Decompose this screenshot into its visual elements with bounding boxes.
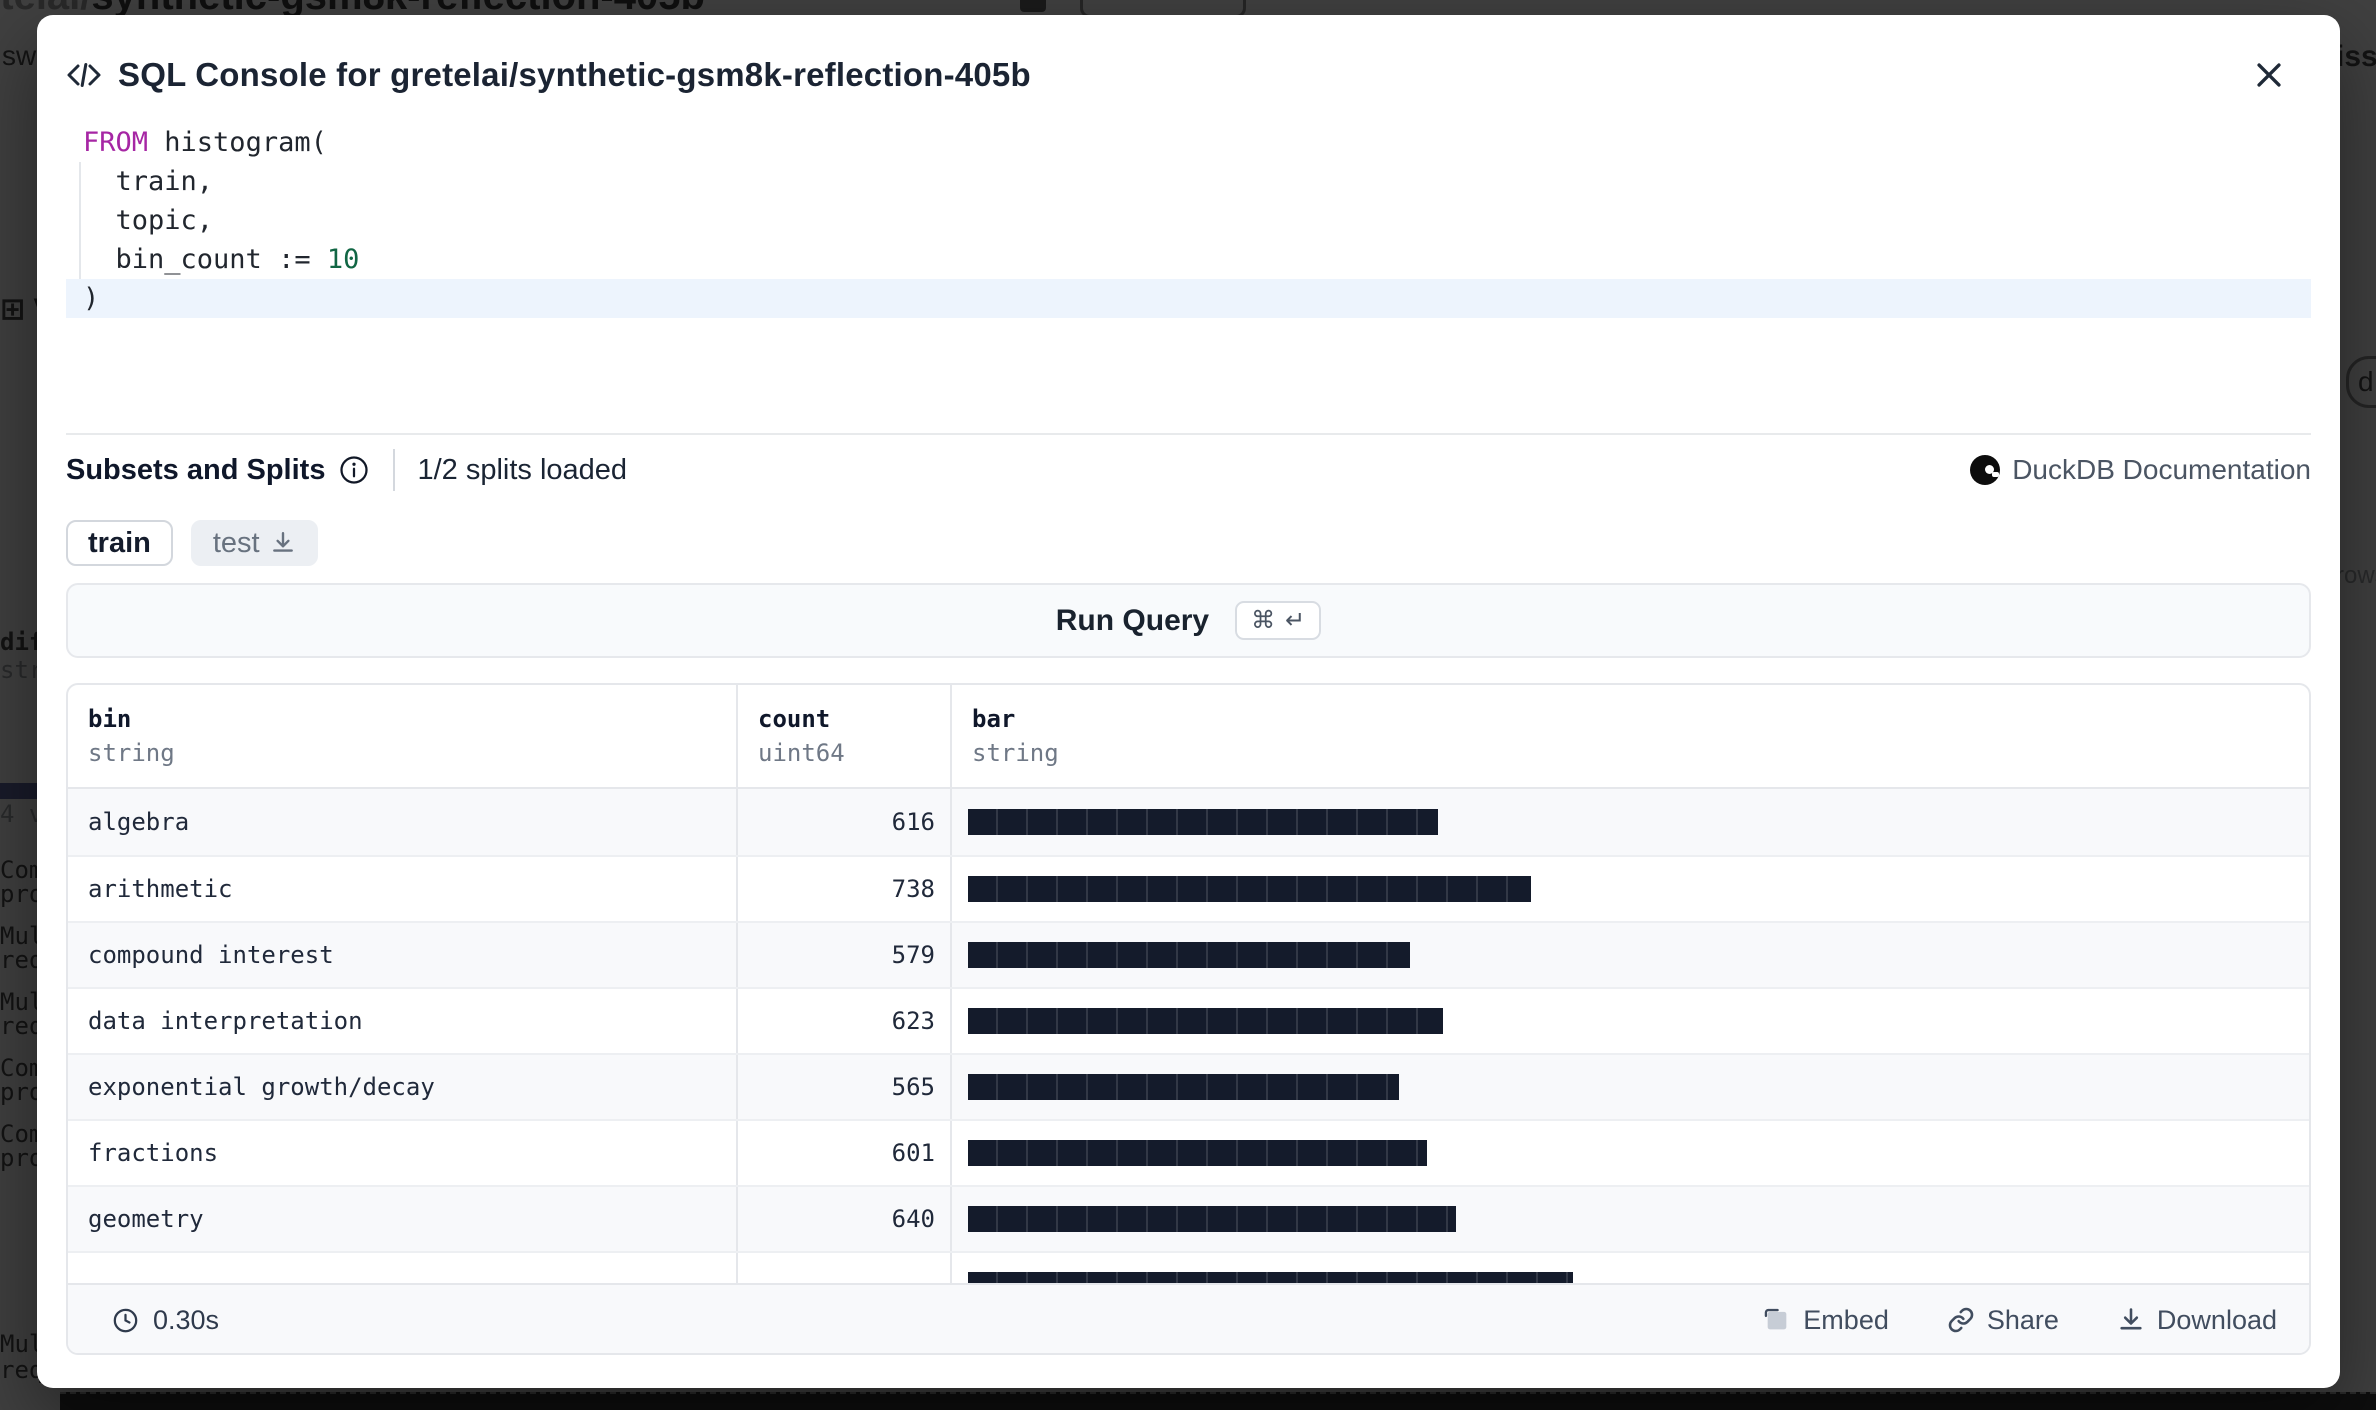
duckdb-doc-link[interactable]: DuckDB Documentation bbox=[1970, 454, 2311, 486]
kbd-key: ⌘ bbox=[1251, 606, 1275, 635]
table-row: fractions601 bbox=[68, 1119, 2309, 1185]
code-line[interactable]: train, bbox=[66, 162, 2311, 201]
run-query-button[interactable]: Run Query ⌘↵ bbox=[66, 583, 2311, 658]
histogram-bar bbox=[968, 942, 1410, 968]
split-button-test[interactable]: test bbox=[191, 520, 318, 566]
histogram-bar bbox=[968, 1074, 1399, 1100]
modal-header: SQL Console for gretelai/synthetic-gsm8k… bbox=[66, 53, 2311, 97]
column-header-bin: bin string bbox=[68, 685, 736, 787]
vertical-separator bbox=[393, 449, 395, 491]
table-row: compound interest579 bbox=[68, 921, 2309, 987]
run-query-label: Run Query bbox=[1056, 604, 1209, 638]
histogram-bar bbox=[968, 1140, 1427, 1166]
column-type: string bbox=[972, 739, 2309, 767]
splits-heading: Subsets and Splits bbox=[66, 454, 325, 487]
histogram-bar bbox=[968, 1272, 1573, 1283]
sql-editor[interactable]: FROM histogram( train, topic, bin_count … bbox=[66, 123, 2311, 318]
count-cell: 738 bbox=[736, 857, 950, 921]
download-icon bbox=[2117, 1306, 2145, 1334]
keyboard-shortcut-badge: ⌘↵ bbox=[1235, 601, 1321, 640]
duckdb-doc-label: DuckDB Documentation bbox=[2012, 454, 2311, 486]
query-duration: 0.30s bbox=[112, 1305, 219, 1336]
bar-cell bbox=[950, 789, 2309, 855]
histogram-bar bbox=[968, 876, 1531, 902]
histogram-bar bbox=[968, 1008, 1443, 1034]
table-row: arithmetic738 bbox=[68, 855, 2309, 921]
column-name: count bbox=[758, 705, 950, 733]
code-line[interactable]: FROM histogram( bbox=[66, 123, 2311, 162]
split-label: train bbox=[88, 527, 151, 560]
section-divider bbox=[66, 433, 2311, 435]
table-row: geometry640 bbox=[68, 1185, 2309, 1251]
table-row-partial bbox=[68, 1251, 2309, 1283]
download-button[interactable]: Download bbox=[2111, 1304, 2283, 1337]
count-cell: 579 bbox=[736, 923, 950, 987]
bin-cell: algebra bbox=[68, 789, 736, 855]
bin-cell bbox=[68, 1253, 736, 1283]
embed-icon bbox=[1763, 1306, 1791, 1334]
table-body[interactable]: algebra616arithmetic738compound interest… bbox=[68, 789, 2309, 1283]
bin-cell: geometry bbox=[68, 1187, 736, 1251]
column-type: uint64 bbox=[758, 739, 950, 767]
count-cell: 565 bbox=[736, 1055, 950, 1119]
sql-console-modal: SQL Console for gretelai/synthetic-gsm8k… bbox=[37, 15, 2340, 1388]
histogram-bar bbox=[968, 809, 1438, 835]
share-button[interactable]: Share bbox=[1941, 1304, 2065, 1337]
download-icon bbox=[270, 530, 296, 556]
count-cell: 601 bbox=[736, 1121, 950, 1185]
count-cell: 640 bbox=[736, 1187, 950, 1251]
column-header-bar: bar string bbox=[950, 685, 2309, 787]
column-name: bin bbox=[88, 705, 736, 733]
count-cell bbox=[736, 1253, 950, 1283]
screen: gretelai/synthetic-gsm8k-reflection-405b… bbox=[0, 0, 2376, 1410]
count-cell: 616 bbox=[736, 789, 950, 855]
bar-cell bbox=[950, 857, 2309, 921]
column-name: bar bbox=[972, 705, 2309, 733]
bin-cell: exponential growth/decay bbox=[68, 1055, 736, 1119]
count-cell: 623 bbox=[736, 989, 950, 1053]
indent-guide bbox=[79, 162, 81, 279]
bar-cell bbox=[950, 989, 2309, 1053]
clock-icon bbox=[112, 1307, 139, 1334]
bar-cell bbox=[950, 923, 2309, 987]
close-icon[interactable] bbox=[2245, 51, 2293, 99]
bin-cell: fractions bbox=[68, 1121, 736, 1185]
duckdb-logo-icon bbox=[1970, 455, 2000, 485]
column-header-count: count uint64 bbox=[736, 685, 950, 787]
splits-section-header: Subsets and Splits 1/2 splits loaded Duc… bbox=[66, 445, 2311, 495]
table-footer: 0.30s Embed Share Download bbox=[68, 1283, 2309, 1355]
action-label: Embed bbox=[1803, 1305, 1889, 1336]
split-button-train[interactable]: train bbox=[66, 520, 173, 566]
code-line[interactable]: ) bbox=[66, 279, 2311, 318]
embed-button[interactable]: Embed bbox=[1757, 1304, 1895, 1337]
splits-status: 1/2 splits loaded bbox=[417, 454, 627, 487]
modal-title: SQL Console for gretelai/synthetic-gsm8k… bbox=[118, 56, 1031, 94]
bar-cell bbox=[950, 1121, 2309, 1185]
table-row: data interpretation623 bbox=[68, 987, 2309, 1053]
bin-cell: data interpretation bbox=[68, 989, 736, 1053]
split-label: test bbox=[213, 527, 260, 560]
share-link-icon bbox=[1947, 1306, 1975, 1334]
bin-cell: arithmetic bbox=[68, 857, 736, 921]
results-table: bin string count uint64 bar string algebra616… bbox=[66, 683, 2311, 1355]
duration-label: 0.30s bbox=[153, 1305, 219, 1336]
kbd-key: ↵ bbox=[1285, 606, 1305, 635]
column-type: string bbox=[88, 739, 736, 767]
bin-cell: compound interest bbox=[68, 923, 736, 987]
action-label: Download bbox=[2157, 1305, 2277, 1336]
code-line[interactable]: topic, bbox=[66, 201, 2311, 240]
table-row: algebra616 bbox=[68, 789, 2309, 855]
action-label: Share bbox=[1987, 1305, 2059, 1336]
bar-cell bbox=[950, 1253, 2309, 1283]
bar-cell bbox=[950, 1187, 2309, 1251]
info-icon[interactable] bbox=[339, 455, 369, 485]
code-icon bbox=[66, 60, 102, 90]
histogram-bar bbox=[968, 1206, 1456, 1232]
code-line[interactable]: bin_count := 10 bbox=[66, 240, 2311, 279]
split-buttons: train test bbox=[66, 520, 318, 566]
table-header: bin string count uint64 bar string bbox=[68, 685, 2309, 789]
table-row: exponential growth/decay565 bbox=[68, 1053, 2309, 1119]
bar-cell bbox=[950, 1055, 2309, 1119]
